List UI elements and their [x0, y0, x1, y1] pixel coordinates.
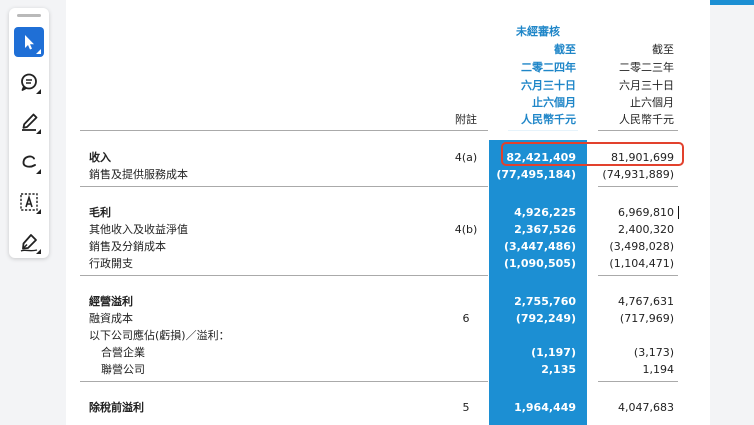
header-note: 附註 [455, 113, 477, 126]
row-value-2023: (74,931,889) [602, 168, 674, 181]
row-value-2024: 4,926,225 [514, 206, 576, 219]
row-value-2024: (77,495,184) [496, 168, 576, 181]
row-label: 以下公司應佔(虧損)／溢利： [89, 329, 230, 342]
header-c1-line1: 截至 [554, 43, 576, 56]
row-note: 4(a) [454, 151, 478, 164]
row-value-2023: (3,173) [633, 346, 674, 359]
row-value-2024: 2,135 [541, 363, 576, 376]
header-c2-line5: 人民幣千元 [619, 113, 674, 126]
row-value-2024: (3,447,486) [504, 240, 576, 253]
tool-options-indicator [36, 209, 41, 214]
header-c1-line5: 人民幣千元 [521, 113, 576, 126]
header-c1-line3: 六月三十日 [521, 79, 576, 92]
row-label: 毛利 [89, 206, 111, 219]
row-value-2023: 4,047,683 [618, 401, 674, 414]
draw-tool-button[interactable] [14, 147, 44, 177]
section-rule-c2 [598, 186, 678, 187]
tool-options-indicator [36, 49, 41, 54]
header-rule-left [80, 130, 488, 131]
row-value-2024: 2,755,760 [514, 295, 576, 308]
row-label: 其他收入及收益淨值 [89, 223, 188, 236]
header-c2-line3: 六月三十日 [619, 79, 674, 92]
highlighted-column [489, 140, 587, 425]
text-box-tool-button[interactable] [14, 187, 44, 217]
row-label: 銷售及分銷成本 [89, 240, 166, 253]
row-label: 合營企業 [101, 346, 145, 359]
row-value-2024: (792,249) [515, 312, 576, 325]
header-c1-line4: 止六個月 [532, 96, 576, 109]
row-label: 融資成本 [89, 312, 133, 325]
section-rule-left [80, 275, 488, 276]
row-value-2024: (1,090,505) [504, 257, 576, 270]
row-label: 收入 [89, 151, 111, 164]
tool-options-indicator [36, 169, 41, 174]
header-c2-line4: 止六個月 [630, 96, 674, 109]
comment-tool-button[interactable] [14, 67, 44, 97]
header-c1-line2: 二零二四年 [521, 61, 576, 74]
section-rule-c2 [598, 381, 678, 382]
row-value-2024: 1,964,449 [514, 401, 576, 414]
revenue-highlight-box [501, 142, 684, 166]
row-label: 經營溢利 [89, 295, 133, 308]
section-rule-left [80, 186, 488, 187]
row-value-2024: 2,367,526 [514, 223, 576, 236]
highlight-tool-button[interactable] [14, 107, 44, 137]
row-value-2023: (1,104,471) [609, 257, 674, 270]
row-note: 6 [462, 312, 470, 325]
row-note: 5 [462, 401, 470, 414]
tool-options-indicator [36, 249, 41, 254]
tool-options-indicator [36, 129, 41, 134]
toolbar-drag-handle[interactable] [17, 14, 41, 17]
row-value-2023: 2,400,320 [618, 223, 674, 236]
annotation-toolbar [9, 8, 49, 258]
row-label: 除稅前溢利 [89, 401, 144, 414]
row-label: 行政開支 [89, 257, 133, 270]
row-note: 4(b) [454, 223, 478, 236]
row-value-2024: (1,197) [531, 346, 576, 359]
row-value-2023: 1,194 [642, 363, 675, 376]
section-rule-left [80, 381, 488, 382]
tool-options-indicator [36, 89, 41, 94]
row-label: 聯營公司 [101, 363, 145, 376]
sign-tool-button[interactable] [14, 227, 44, 257]
section-rule-c2 [598, 275, 678, 276]
row-label: 銷售及提供服務成本 [89, 168, 188, 181]
header-c2-line1: 截至 [652, 43, 674, 56]
header-rule-c1 [508, 130, 578, 131]
text-cursor [678, 206, 679, 219]
row-value-2023: 6,969,810 [618, 206, 674, 219]
row-value-2023: (717,969) [619, 312, 674, 325]
row-value-2023: 4,767,631 [618, 295, 674, 308]
header-rule-c2 [598, 130, 678, 131]
header-c2-line2: 二零二三年 [619, 61, 674, 74]
select-tool-button[interactable] [14, 27, 44, 57]
header-unaudited: 未經審核 [516, 25, 560, 38]
row-value-2023: (3,498,028) [609, 240, 674, 253]
